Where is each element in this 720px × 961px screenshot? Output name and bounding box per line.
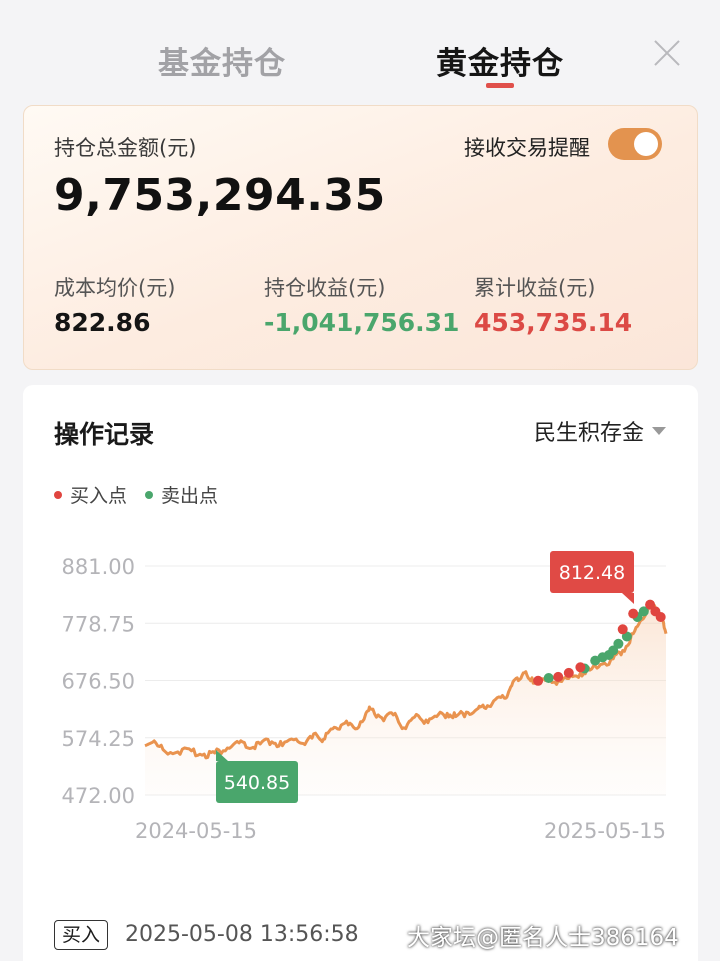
sell-point[interactable] [543, 673, 554, 683]
gold-price-chart: 881.00 778.75 676.50 574.25 472.00 2024-05-1… [62, 551, 668, 843]
buy-point[interactable] [575, 662, 586, 673]
watermark: 大家坛@匿名人士386164 [407, 925, 679, 951]
buy-point[interactable] [628, 608, 639, 619]
x-tick-label: 2024-05-15 [135, 819, 257, 843]
y-tick-label: 676.50 [62, 670, 135, 694]
sell-point[interactable] [613, 638, 624, 649]
x-axis-ticks: 2024-05-15 2025-05-15 [135, 819, 666, 843]
record-timestamp: 2025-05-08 13:56:58 [125, 922, 359, 947]
buy-point[interactable] [563, 667, 574, 678]
y-tick-label: 881.00 [62, 555, 135, 579]
high-price-callout: 812.48 [550, 551, 634, 604]
y-tick-label: 574.25 [62, 727, 135, 751]
y-tick-label: 472.00 [62, 784, 135, 808]
buy-point[interactable] [553, 671, 564, 682]
y-axis-ticks: 881.00 778.75 676.50 574.25 472.00 [62, 555, 135, 808]
x-tick-label: 2025-05-15 [544, 819, 666, 843]
buy-point[interactable] [533, 675, 544, 686]
low-price-label: 540.85 [224, 772, 290, 794]
record-action-badge[interactable]: 买入 [54, 920, 109, 950]
buy-point[interactable] [655, 612, 666, 622]
high-price-label: 812.48 [559, 562, 625, 584]
buy-point[interactable] [617, 624, 628, 635]
y-tick-label: 778.75 [62, 612, 135, 636]
